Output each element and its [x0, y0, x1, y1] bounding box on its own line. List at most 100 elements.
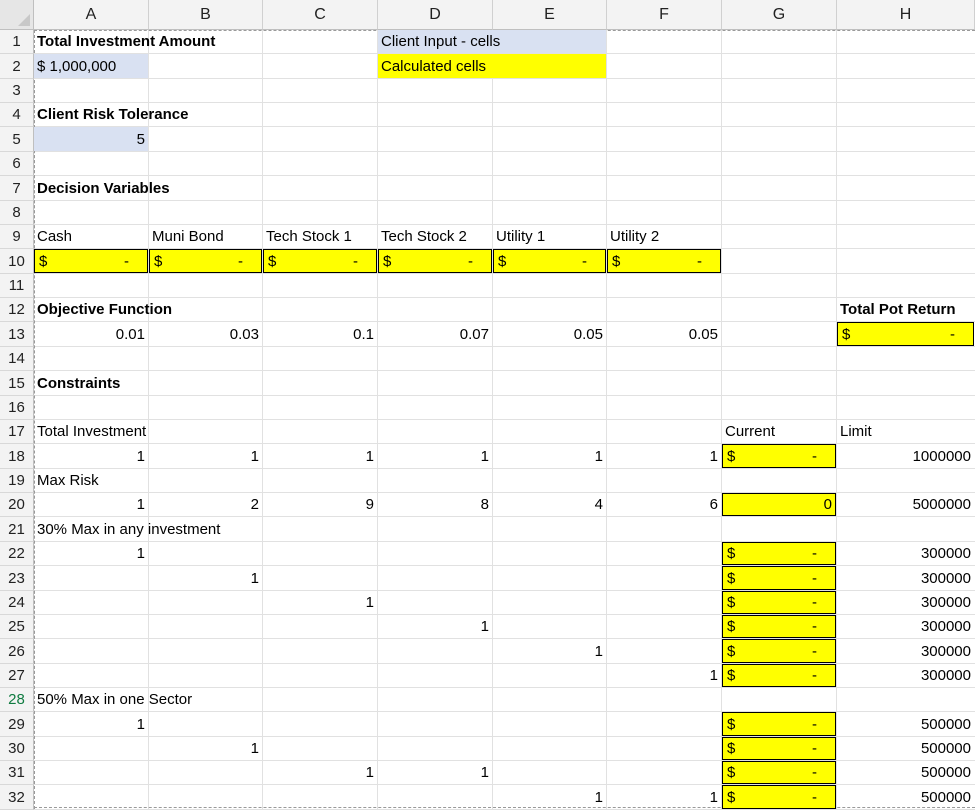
cell-c24[interactable]: 1	[263, 591, 377, 614]
row-header-20[interactable]: 20	[0, 493, 34, 517]
row-header-6[interactable]: 6	[0, 152, 34, 176]
calculated-cell-f10[interactable]: $ -	[607, 249, 721, 273]
column-header-d[interactable]: D	[378, 0, 493, 30]
cell-a29[interactable]: 1	[34, 712, 148, 736]
cell-f9[interactable]: Utility 2	[607, 225, 721, 248]
cell-a20[interactable]: 1	[34, 493, 148, 516]
cell-d1[interactable]: Client Input - cells	[378, 30, 606, 53]
cell-a19[interactable]: Max Risk	[34, 469, 148, 492]
cell-a21[interactable]: 30% Max in any investment	[34, 517, 220, 541]
cell-h31[interactable]: 500000	[837, 761, 974, 784]
cell-f27[interactable]: 1	[607, 664, 721, 687]
cell-h12[interactable]: Total Pot Return	[837, 298, 974, 321]
cell-a15[interactable]: Constraints	[34, 371, 148, 395]
cell-d9[interactable]: Tech Stock 2	[378, 225, 492, 248]
cell-c13[interactable]: 0.1	[263, 322, 377, 346]
row-header-12[interactable]: 12	[0, 298, 34, 322]
cell-h20[interactable]: 5000000	[837, 493, 974, 516]
cell-grid[interactable]: Total Investment Amount $ 1,000,000 Client…	[34, 30, 975, 810]
row-header-22[interactable]: 22	[0, 542, 34, 566]
calculated-cell-c10[interactable]: $ -	[263, 249, 377, 273]
cell-h18[interactable]: 1000000	[837, 444, 974, 468]
cell-e9[interactable]: Utility 1	[493, 225, 606, 248]
cell-b20[interactable]: 2	[149, 493, 262, 516]
calculated-cell-g18[interactable]: $ -	[722, 444, 836, 468]
row-header-31[interactable]: 31	[0, 761, 34, 785]
cell-a4[interactable]: Client Risk Tolerance	[34, 103, 188, 126]
cell-h27[interactable]: 300000	[837, 664, 974, 687]
cell-h24[interactable]: 300000	[837, 591, 974, 614]
cell-h25[interactable]: 300000	[837, 615, 974, 638]
row-header-16[interactable]: 16	[0, 396, 34, 420]
row-header-13[interactable]: 13	[0, 322, 34, 347]
cell-h23[interactable]: 300000	[837, 566, 974, 590]
cell-a9[interactable]: Cash	[34, 225, 148, 248]
cell-h26[interactable]: 300000	[837, 639, 974, 663]
cell-a1[interactable]: Total Investment Amount	[34, 30, 215, 53]
cell-a28[interactable]: 50% Max in one Sector	[34, 688, 192, 711]
cell-h32[interactable]: 500000	[837, 785, 974, 809]
row-header-15[interactable]: 15	[0, 371, 34, 396]
row-header-2[interactable]: 2	[0, 54, 34, 79]
row-header-14[interactable]: 14	[0, 347, 34, 371]
cell-b18[interactable]: 1	[149, 444, 262, 468]
cell-f20[interactable]: 6	[607, 493, 721, 516]
cell-f13[interactable]: 0.05	[607, 322, 721, 346]
cell-c18[interactable]: 1	[263, 444, 377, 468]
cell-b23[interactable]: 1	[149, 566, 262, 590]
calculated-cell-b10[interactable]: $ -	[149, 249, 262, 273]
cell-d25[interactable]: 1	[378, 615, 492, 638]
cell-e32[interactable]: 1	[493, 785, 606, 809]
row-header-17[interactable]: 17	[0, 420, 34, 444]
cell-e13[interactable]: 0.05	[493, 322, 606, 346]
cell-g17[interactable]: Current	[722, 420, 836, 443]
cell-b9[interactable]: Muni Bond	[149, 225, 262, 248]
cell-a18[interactable]: 1	[34, 444, 148, 468]
row-header-5[interactable]: 5	[0, 127, 34, 152]
calculated-cell-g29[interactable]: $ -	[722, 712, 836, 736]
row-header-11[interactable]: 11	[0, 274, 34, 298]
row-header-29[interactable]: 29	[0, 712, 34, 737]
row-header-10[interactable]: 10	[0, 249, 34, 274]
row-header-8[interactable]: 8	[0, 201, 34, 225]
calculated-cell-g27[interactable]: $ -	[722, 664, 836, 687]
cell-h22[interactable]: 300000	[837, 542, 974, 565]
column-header-c[interactable]: C	[263, 0, 378, 30]
column-header-e[interactable]: E	[493, 0, 607, 30]
cell-a7[interactable]: Decision Variables	[34, 176, 170, 200]
calculated-cell-g25[interactable]: $ -	[722, 615, 836, 638]
cell-a5[interactable]: 5	[34, 127, 148, 151]
row-header-30[interactable]: 30	[0, 737, 34, 761]
cell-f32[interactable]: 1	[607, 785, 721, 809]
row-header-18[interactable]: 18	[0, 444, 34, 469]
row-header-21[interactable]: 21	[0, 517, 34, 542]
row-header-9[interactable]: 9	[0, 225, 34, 249]
cell-d13[interactable]: 0.07	[378, 322, 492, 346]
column-header-h[interactable]: H	[837, 0, 975, 30]
column-header-a[interactable]: A	[34, 0, 149, 30]
row-header-28[interactable]: 28	[0, 688, 34, 712]
cell-f18[interactable]: 1	[607, 444, 721, 468]
cell-a13[interactable]: 0.01	[34, 322, 148, 346]
calculated-cell-g32[interactable]: $ -	[722, 785, 836, 809]
calculated-cell-a10[interactable]: $ -	[34, 249, 148, 273]
cell-d18[interactable]: 1	[378, 444, 492, 468]
row-header-3[interactable]: 3	[0, 79, 34, 103]
cell-a22[interactable]: 1	[34, 542, 148, 565]
cell-d31[interactable]: 1	[378, 761, 492, 784]
calculated-cell-g30[interactable]: $ -	[722, 737, 836, 760]
calculated-cell-g22[interactable]: $ -	[722, 542, 836, 565]
cell-e18[interactable]: 1	[493, 444, 606, 468]
calculated-cell-g26[interactable]: $ -	[722, 639, 836, 663]
calculated-cell-h13[interactable]: $ -	[837, 322, 974, 346]
cell-a12[interactable]: Objective Function	[34, 298, 172, 321]
row-header-32[interactable]: 32	[0, 785, 34, 810]
row-header-23[interactable]: 23	[0, 566, 34, 591]
cell-a2[interactable]: $ 1,000,000	[34, 54, 148, 78]
row-header-26[interactable]: 26	[0, 639, 34, 664]
calculated-cell-g23[interactable]: $ -	[722, 566, 836, 590]
row-header-1[interactable]: 1	[0, 30, 34, 54]
cell-b13[interactable]: 0.03	[149, 322, 262, 346]
column-header-f[interactable]: F	[607, 0, 722, 30]
cell-h29[interactable]: 500000	[837, 712, 974, 736]
